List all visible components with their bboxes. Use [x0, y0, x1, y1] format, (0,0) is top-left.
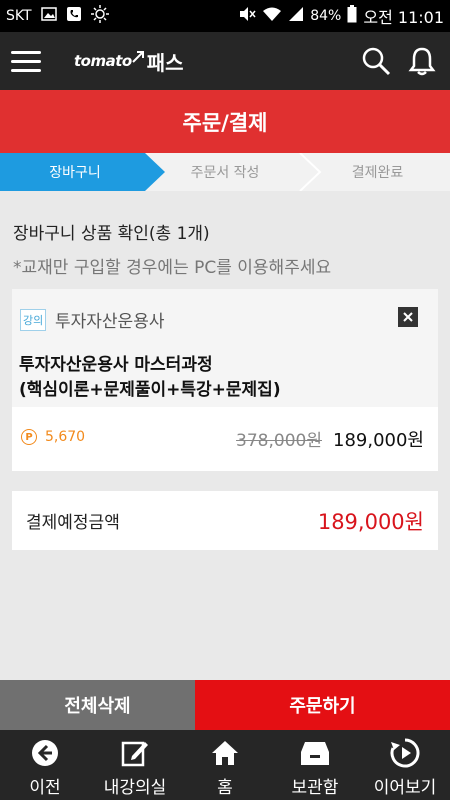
menu-icon-bar	[11, 68, 41, 72]
search-button[interactable]	[360, 45, 392, 77]
signal-icon	[288, 6, 304, 26]
bell-icon	[408, 47, 436, 76]
lecture-badge: 강의	[20, 309, 47, 331]
step-cart: 장바구니	[49, 165, 101, 181]
nav-resume[interactable]: 이어보기	[360, 730, 450, 800]
item-category: 투자자산운용사	[55, 312, 165, 332]
nav-back-label: 이전	[29, 778, 61, 798]
logo-text-tomato: tomato	[74, 52, 132, 70]
brightness-icon	[90, 5, 109, 27]
cart-heading: 장바구니 상품 확인(총 1개)	[13, 224, 210, 244]
original-price: 378,000원	[236, 431, 322, 451]
order-steps: 장바구니 주문서 작성 결제완료	[0, 153, 450, 191]
cart-content: 장바구니 상품 확인(총 1개) *교재만 구입할 경우에는 PC를 이용해주세…	[0, 191, 450, 680]
call-icon	[66, 6, 82, 26]
point-icon: P	[21, 429, 37, 445]
home-icon	[209, 737, 241, 769]
total-value: 189,000원	[317, 509, 424, 534]
step-payment-complete: 결제완료	[351, 165, 404, 181]
item-name-line1: 투자자산운용사 마스터과정	[19, 355, 213, 375]
back-icon	[29, 737, 61, 769]
sale-price: 189,000원	[333, 430, 424, 451]
nav-home[interactable]: 홈	[180, 730, 270, 800]
page-title: 주문/결제	[0, 90, 450, 153]
archive-icon	[299, 737, 331, 769]
menu-button[interactable]	[0, 32, 52, 90]
logo-text-pass: 패스	[146, 50, 184, 75]
status-bar: SKT 84% 오전 11:01	[0, 0, 450, 32]
search-icon	[362, 47, 391, 76]
edit-icon	[119, 737, 151, 769]
nav-my-lectures[interactable]: 내강의실	[90, 730, 180, 800]
cart-note: *교재만 구입할 경우에는 PC를 이용해주세요	[13, 258, 332, 278]
resume-play-icon	[389, 737, 421, 769]
nav-resume-label: 이어보기	[373, 778, 437, 798]
wifi-icon	[262, 6, 282, 26]
notification-button[interactable]	[406, 45, 438, 77]
bottom-nav: 이전 내강의실 홈 보관함 이어보기	[0, 730, 450, 800]
step-order-form: 주문서 작성	[190, 165, 260, 181]
nav-archive[interactable]: 보관함	[270, 730, 360, 800]
nav-back[interactable]: 이전	[0, 730, 90, 800]
app-header: tomato 패스	[0, 32, 450, 90]
carrier-label: SKT	[6, 8, 32, 24]
total-amount-box: 결제예정금액 189,000원	[12, 491, 438, 550]
close-icon	[403, 312, 413, 322]
cart-item-card: 강의 투자자산운용사 투자자산운용사 마스터과정 (핵심이론+문제풀이+특강+문…	[12, 289, 438, 471]
battery-percent: 84%	[310, 8, 342, 24]
order-button[interactable]: 주문하기	[195, 680, 450, 730]
app-logo[interactable]: tomato 패스	[74, 47, 184, 76]
menu-icon-bar	[11, 59, 41, 63]
battery-icon	[347, 5, 357, 27]
delete-all-button[interactable]: 전체삭제	[0, 680, 195, 730]
mute-icon	[238, 6, 256, 26]
menu-icon-bar	[11, 50, 41, 54]
item-name-line2: (핵심이론+문제풀이+특강+문제집)	[19, 380, 281, 400]
nav-home-label: 홈	[217, 778, 233, 798]
nav-my-lectures-label: 내강의실	[103, 778, 167, 798]
remove-item-button[interactable]	[398, 307, 418, 327]
clock: 오전 11:01	[363, 8, 444, 27]
item-points: 5,670	[45, 429, 86, 445]
logo-arrow-icon	[131, 51, 144, 63]
nav-archive-label: 보관함	[291, 778, 339, 798]
gallery-icon	[40, 7, 57, 25]
total-label: 결제예정금액	[26, 513, 120, 533]
